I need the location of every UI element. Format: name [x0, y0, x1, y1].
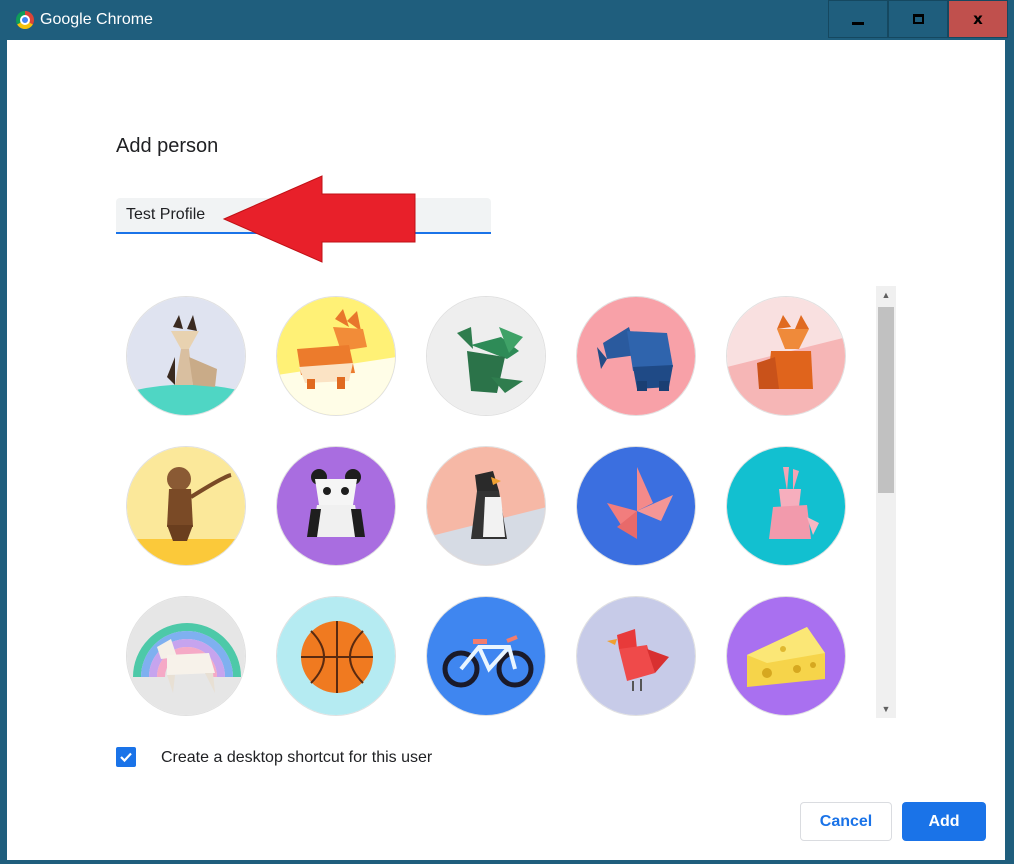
minimize-icon — [852, 21, 864, 25]
close-button[interactable]: x — [948, 0, 1008, 38]
avatar-fox[interactable] — [726, 296, 846, 416]
avatar-cat[interactable] — [126, 296, 246, 416]
panda-icon — [277, 447, 395, 565]
add-person-dialog: Add person Test Profile ▲ ▼ Create a des… — [7, 40, 1005, 860]
add-button[interactable]: Add — [902, 802, 986, 841]
maximize-button[interactable] — [888, 0, 948, 38]
avatar-bird[interactable] — [576, 596, 696, 716]
dragon-icon — [427, 297, 545, 415]
window-title: Google Chrome — [40, 11, 153, 28]
avatar-butterfly[interactable] — [576, 446, 696, 566]
avatar-elephant[interactable] — [576, 296, 696, 416]
red-arrow-annotation — [222, 175, 416, 263]
avatar-unicorn[interactable] — [126, 596, 246, 716]
desktop-shortcut-label: Create a desktop shortcut for this user — [161, 749, 433, 766]
dialog-title: Add person — [116, 135, 219, 157]
avatar-scrollbar[interactable]: ▲ ▼ — [876, 286, 896, 718]
scroll-thumb[interactable] — [878, 307, 894, 493]
avatar-grid — [126, 296, 866, 716]
bicycle-icon — [427, 597, 545, 715]
butterfly-icon — [577, 447, 695, 565]
cheese-icon — [727, 597, 845, 715]
penguin-icon — [427, 447, 545, 565]
desktop-shortcut-checkbox[interactable] — [116, 747, 136, 767]
rabbit-icon — [727, 447, 845, 565]
avatar-dragon[interactable] — [426, 296, 546, 416]
minimize-button[interactable] — [828, 0, 888, 38]
checkmark-icon — [120, 752, 132, 763]
basketball-icon — [277, 597, 395, 715]
corgi-icon — [277, 297, 395, 415]
avatar-penguin[interactable] — [426, 446, 546, 566]
avatar-cheese[interactable] — [726, 596, 846, 716]
avatar-bicycle[interactable] — [426, 596, 546, 716]
avatar-basketball[interactable] — [276, 596, 396, 716]
unicorn-icon — [127, 597, 245, 715]
avatar-panda[interactable] — [276, 446, 396, 566]
avatar-rabbit[interactable] — [726, 446, 846, 566]
avatar-monkey[interactable] — [126, 446, 246, 566]
cancel-button[interactable]: Cancel — [800, 802, 892, 841]
avatar-corgi[interactable] — [276, 296, 396, 416]
window-titlebar: Google Chrome x — [0, 0, 1014, 40]
cat-icon — [127, 297, 245, 415]
bird-icon — [577, 597, 695, 715]
fox-icon — [727, 297, 845, 415]
close-icon: x — [973, 10, 983, 28]
elephant-icon — [577, 297, 695, 415]
chrome-icon — [16, 11, 34, 29]
maximize-icon — [912, 14, 924, 24]
scroll-up-arrow-icon[interactable]: ▲ — [876, 286, 896, 304]
scroll-down-arrow-icon[interactable]: ▼ — [876, 700, 896, 718]
monkey-icon — [127, 447, 245, 565]
